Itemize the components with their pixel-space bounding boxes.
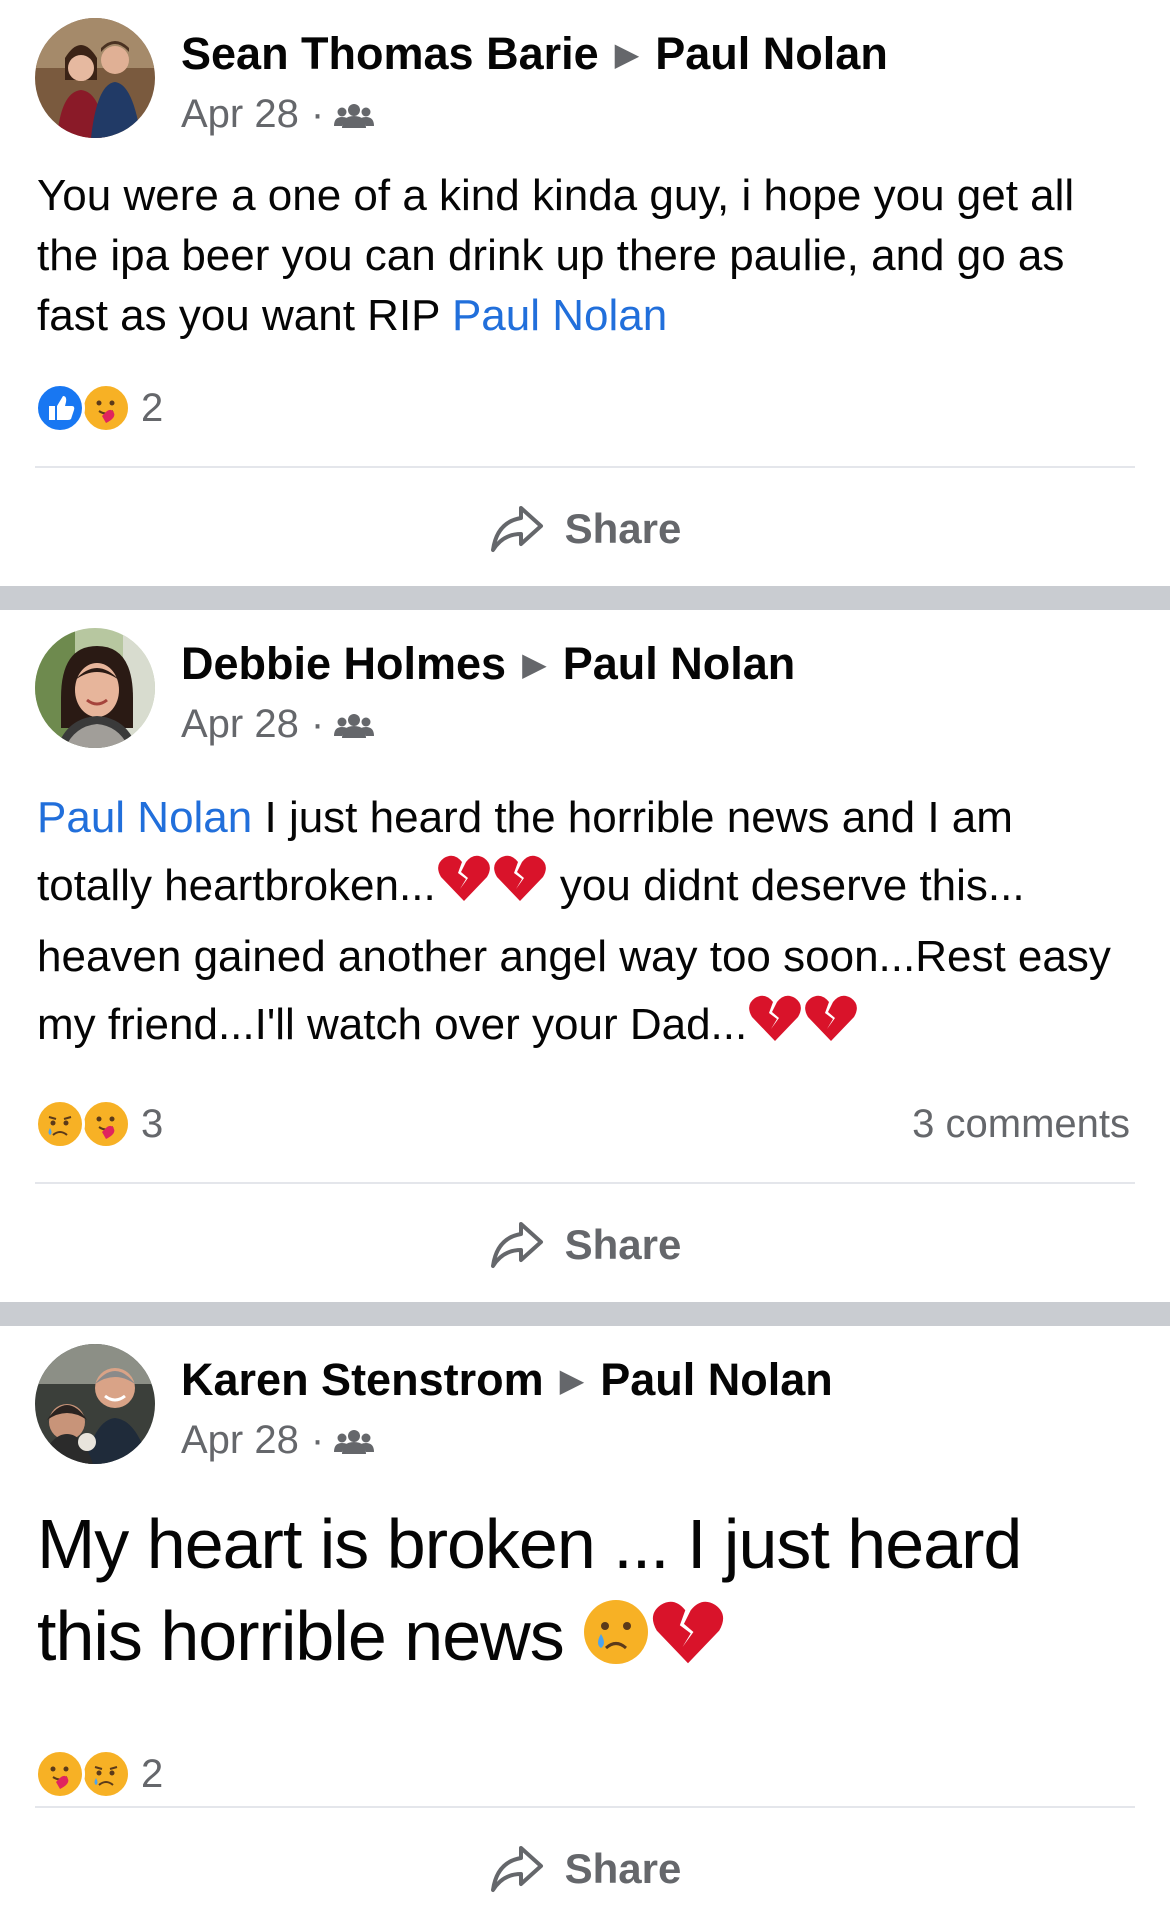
share-label: Share [564,505,682,552]
post-text: Paul Nolan I just heard the horrible new… [37,784,1140,1063]
author-name[interactable]: Karen Stenstrom [181,1354,544,1405]
reaction-count: 2 [141,1751,164,1796]
arrow-right-icon: ▶ [522,646,547,682]
separator-dot: · [310,92,325,136]
target-name[interactable]: Paul Nolan [563,638,796,689]
share-button[interactable]: Share [0,1834,1170,1904]
post-meta: Apr 28 · [181,702,375,747]
post-date[interactable]: Apr 28 [181,92,299,136]
divider-line [35,1806,1135,1808]
post-card: Sean Thomas Barie ▶ Paul Nolan Apr 28 · You… [0,0,1170,586]
broken-heart-icon [747,993,803,1063]
post-text-content: My heart is broken ... I just heard this… [37,1505,1022,1675]
friends-audience-icon [334,1418,375,1462]
share-icon [490,1846,543,1892]
post-header: Debbie Holmes ▶ Paul Nolan [181,638,795,690]
mention-link[interactable]: Paul Nolan [37,793,252,842]
post-card: Karen Stenstrom ▶ Paul Nolan Apr 28 · My he… [0,1326,1170,1922]
broken-heart-icon [803,993,859,1063]
reaction-count: 2 [141,385,164,430]
reactions-summary[interactable]: 2 [35,1748,163,1800]
post-divider [0,586,1170,610]
share-label: Share [564,1845,682,1892]
friends-audience-icon [334,702,375,746]
arrow-right-icon: ▶ [614,36,640,72]
mention-link[interactable]: Paul Nolan [452,291,667,340]
target-name[interactable]: Paul Nolan [600,1354,833,1405]
care-icon [81,1099,131,1149]
reactions-summary[interactable]: 2 [35,382,163,434]
care-icon [35,1749,85,1799]
separator-dot: · [310,1418,325,1462]
share-icon [490,506,543,552]
arrow-right-icon: ▶ [559,1362,585,1398]
care-icon [81,383,131,433]
author-name[interactable]: Sean Thomas Barie [181,28,599,79]
share-label: Share [564,1221,682,1268]
reactions-summary[interactable]: 3 [35,1098,163,1150]
author-name[interactable]: Debbie Holmes [181,638,506,689]
post-date[interactable]: Apr 28 [181,1418,299,1462]
like-icon [35,383,85,433]
share-button[interactable]: Share [0,1210,1170,1280]
post-header: Sean Thomas Barie ▶ Paul Nolan [181,28,888,80]
post-text: You were a one of a kind kinda guy, i ho… [37,166,1140,346]
friends-audience-icon [334,92,375,136]
post-meta: Apr 28 · [181,1418,375,1463]
post-header: Karen Stenstrom ▶ Paul Nolan [181,1354,833,1406]
broken-heart-icon [650,1596,726,1688]
avatar[interactable] [35,1344,155,1464]
broken-heart-icon [436,853,492,923]
post-text: My heart is broken ... I just heard this… [37,1498,1140,1688]
post-date[interactable]: Apr 28 [181,702,299,746]
post-card: Debbie Holmes ▶ Paul Nolan Apr 28 · Paul No… [0,610,1170,1302]
comments-count[interactable]: 3 comments [912,1102,1130,1147]
share-icon [490,1222,543,1268]
avatar[interactable] [35,628,155,748]
broken-heart-icon [492,853,548,923]
reaction-count: 3 [141,1101,164,1146]
sad-icon [35,1099,85,1149]
divider-line [35,466,1135,468]
post-divider [0,1302,1170,1326]
share-button[interactable]: Share [0,494,1170,564]
target-name[interactable]: Paul Nolan [655,28,888,79]
separator-dot: · [310,702,325,746]
crying-face-icon [582,1596,650,1688]
divider-line [35,1182,1135,1184]
avatar[interactable] [35,18,155,138]
sad-icon [81,1749,131,1799]
post-meta: Apr 28 · [181,92,375,137]
